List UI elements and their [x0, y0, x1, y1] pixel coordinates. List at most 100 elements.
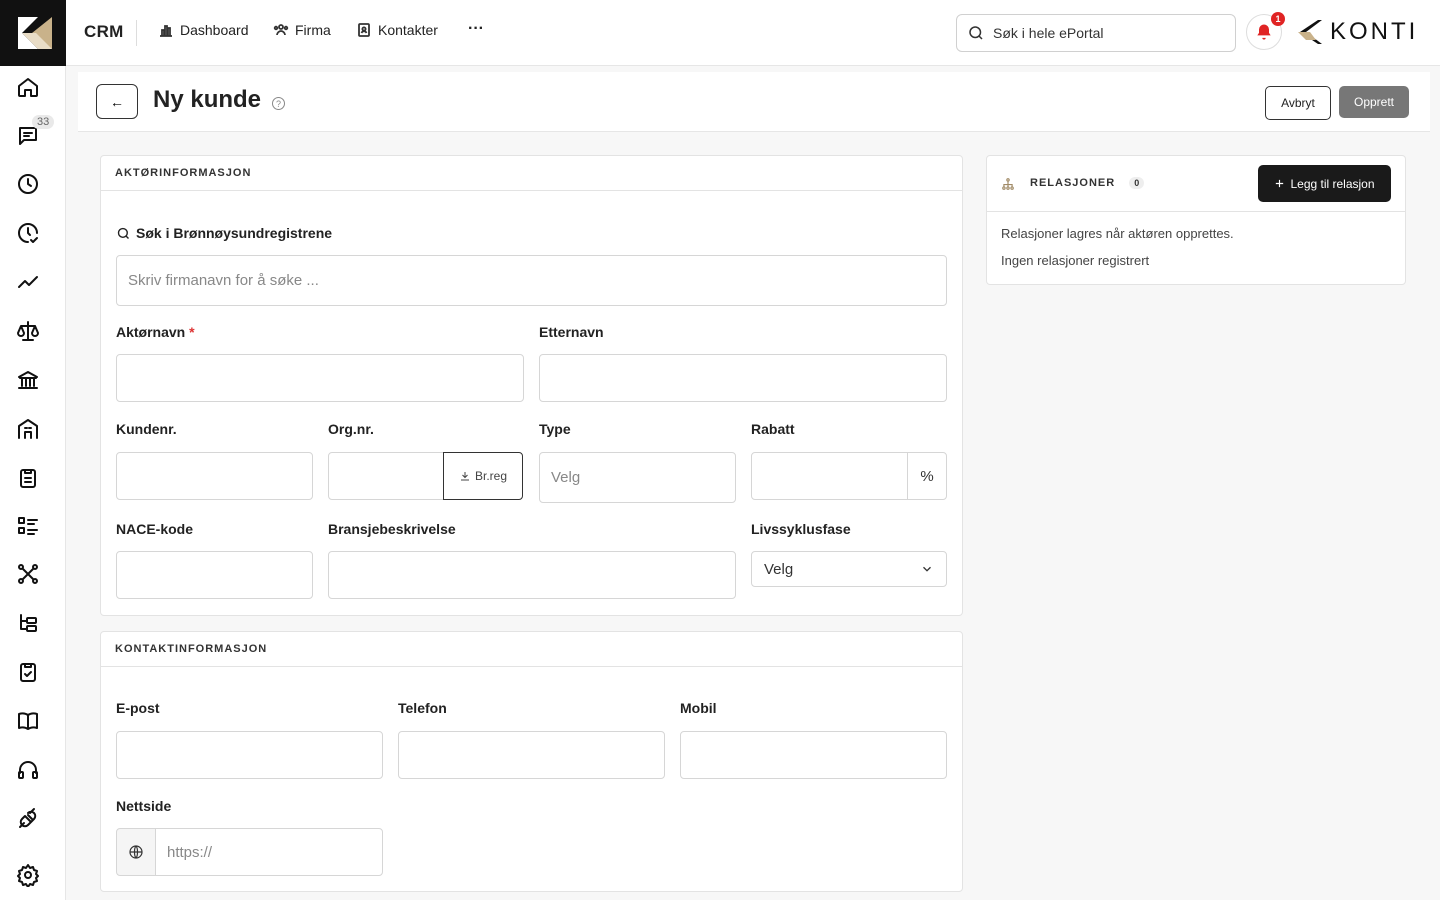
create-button[interactable]: Opprett	[1339, 86, 1409, 118]
relations-header: RELASJONER 0 Legg til relasjon	[987, 156, 1405, 212]
sidebar-item-checklist[interactable]	[0, 652, 56, 692]
type-select[interactable]	[539, 452, 736, 503]
bank-icon	[18, 371, 38, 389]
page-header: ← Ny kunde ? Avbryt Opprett	[78, 72, 1430, 132]
mobile-label: Mobil	[680, 700, 717, 716]
relations-heading: RELASJONER 0	[1030, 177, 1145, 189]
top-bar: CRM Dashboard Firma Kontakter ··· 1 KONT…	[66, 0, 1440, 66]
last-name-input[interactable]	[539, 354, 947, 402]
nace-input[interactable]	[116, 551, 313, 599]
nav-kontakter[interactable]: Kontakter	[356, 22, 438, 38]
app-logo[interactable]	[0, 0, 66, 66]
download-icon	[460, 472, 469, 481]
network-icon	[18, 564, 38, 584]
lifecycle-select-value: Velg	[764, 560, 794, 578]
help-icon[interactable]: ?	[272, 97, 285, 110]
discount-label: Rabatt	[751, 421, 795, 437]
relations-count-badge: 0	[1129, 177, 1145, 189]
required-marker: *	[189, 324, 195, 340]
nace-label: NACE-kode	[116, 521, 194, 537]
phone-input[interactable]	[398, 731, 665, 779]
trend-icon	[18, 276, 38, 288]
globe-icon	[129, 845, 143, 859]
brreg-lookup-label: Br.reg	[474, 469, 507, 483]
brreg-search-label-text: Søk i Brønnøysundregistrene	[136, 225, 333, 241]
actor-name-input[interactable]	[116, 354, 524, 402]
bell-icon	[1257, 24, 1271, 40]
industry-label: Bransjebeskrivelse	[328, 521, 456, 537]
customer-no-label: Kundenr.	[116, 421, 177, 437]
konti-brand-icon	[1298, 20, 1322, 44]
brand-logo: KONTI	[1296, 18, 1418, 46]
relations-note: Relasjoner lagres når aktøren opprettes.	[1001, 226, 1234, 241]
app-title: CRM	[84, 22, 124, 41]
back-button[interactable]: ←	[96, 84, 138, 119]
hierarchy-icon	[1002, 178, 1014, 190]
actor-name-label: Aktørnavn *	[116, 324, 195, 340]
sidebar-item-lists[interactable]	[0, 506, 56, 546]
relations-empty-text: Ingen relasjoner registrert	[1001, 253, 1150, 268]
relations-card: RELASJONER 0 Legg til relasjon Relasjoner…	[986, 155, 1406, 285]
global-search[interactable]	[956, 14, 1236, 52]
plug-icon	[19, 808, 37, 828]
clock-check-icon	[18, 223, 38, 243]
sidebar-item-tasks[interactable]	[0, 458, 56, 498]
sidebar-item-support[interactable]	[0, 750, 56, 790]
type-label: Type	[539, 421, 571, 437]
actor-name-label-text: Aktørnavn	[116, 324, 186, 340]
nav-firma-label: Firma	[295, 22, 331, 38]
org-no-input[interactable]	[328, 452, 444, 500]
nav-kontakter-label: Kontakter	[378, 22, 438, 38]
notification-count-badge: 1	[1271, 12, 1285, 26]
lifecycle-select[interactable]: Velg	[751, 551, 947, 587]
sidebar-item-structure[interactable]	[0, 603, 56, 643]
brreg-search-input[interactable]	[116, 255, 947, 306]
last-name-label: Etternavn	[539, 324, 604, 340]
industry-input[interactable]	[328, 551, 736, 599]
contact-info-heading: KONTAKTINFORMASJON	[101, 632, 962, 667]
sidebar-item-trend[interactable]	[0, 262, 56, 302]
sidebar-item-docs[interactable]	[0, 701, 56, 741]
contact-book-icon	[358, 23, 370, 37]
brreg-lookup-button[interactable]: Br.reg	[443, 452, 523, 500]
email-input[interactable]	[116, 731, 383, 779]
global-search-input[interactable]	[993, 25, 1213, 41]
website-input[interactable]	[155, 828, 383, 876]
page-title: Ny kunde	[153, 86, 262, 113]
search-icon	[117, 227, 129, 239]
discount-input[interactable]	[751, 452, 908, 500]
sidebar-item-property[interactable]	[0, 409, 56, 449]
sidebar-item-settings[interactable]	[0, 855, 56, 895]
sidebar-item-legal[interactable]	[0, 311, 56, 351]
nav-dashboard[interactable]: Dashboard	[158, 22, 249, 38]
sidebar-item-network[interactable]	[0, 554, 56, 594]
nav-firma[interactable]: Firma	[273, 22, 331, 38]
search-icon	[969, 26, 983, 40]
contact-info-card: KONTAKTINFORMASJON E-post Telefon Mobil …	[100, 631, 963, 892]
cancel-button[interactable]: Avbryt	[1265, 86, 1331, 120]
mobile-input[interactable]	[680, 731, 947, 779]
add-relation-button[interactable]: Legg til relasjon	[1258, 165, 1391, 202]
sidebar-item-time[interactable]	[0, 164, 56, 204]
relations-heading-text: RELASJONER	[1030, 177, 1116, 189]
headset-icon	[18, 761, 38, 779]
konti-logo-icon	[18, 17, 52, 49]
actor-info-card: AKTØRINFORMASJON Søk i Brønnøysundregist…	[100, 155, 963, 616]
sidebar-item-integrations[interactable]	[0, 799, 56, 839]
org-no-label: Org.nr.	[328, 421, 374, 437]
sidebar-item-home[interactable]	[0, 67, 56, 107]
chevron-down-icon	[923, 566, 931, 572]
messages-count-badge: 33	[32, 115, 55, 129]
building-icon	[18, 419, 38, 439]
add-relation-label: Legg til relasjon	[1290, 176, 1375, 191]
sidebar-item-bank[interactable]	[0, 360, 56, 400]
list-icon	[18, 517, 38, 535]
sidebar-item-time-approval[interactable]	[0, 213, 56, 253]
plus-icon	[1276, 179, 1284, 188]
home-icon	[18, 78, 38, 97]
clock-icon	[18, 174, 38, 194]
more-menu-button[interactable]: ···	[468, 20, 484, 38]
clipboard-check-icon	[20, 663, 36, 682]
customer-no-input[interactable]	[116, 452, 313, 500]
clipboard-icon	[20, 469, 36, 488]
